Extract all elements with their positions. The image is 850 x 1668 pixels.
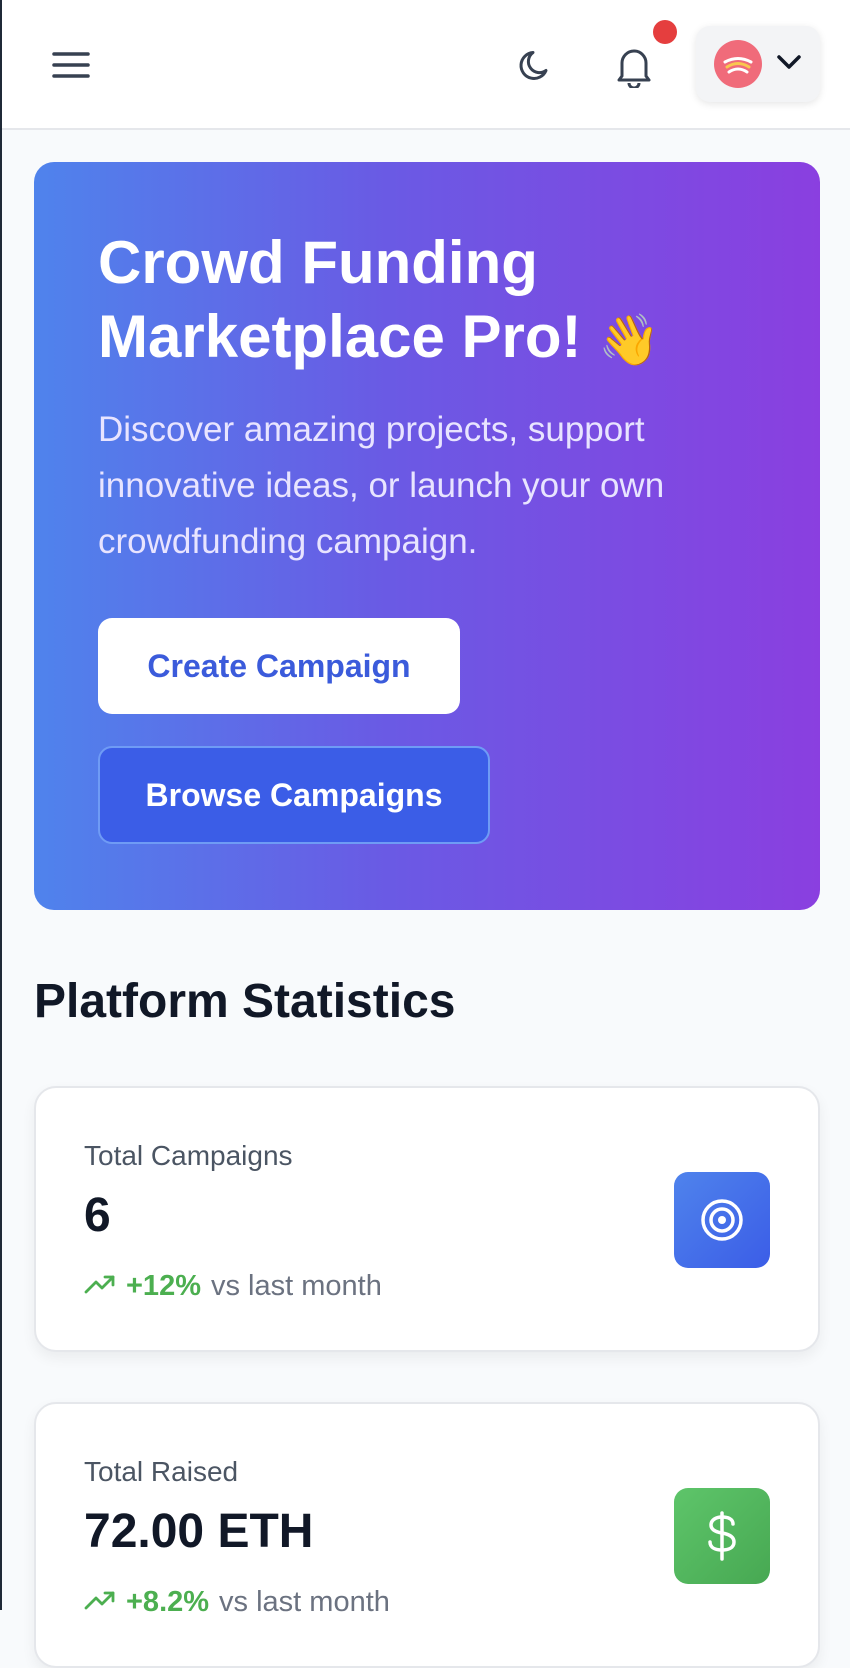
- hero-subtitle: Discover amazing projects, support innov…: [98, 410, 665, 561]
- platform-statistics-heading: Platform Statistics: [34, 975, 456, 1028]
- stat-card-total-raised: Total Raised 72.00 ETH +8.2% vs last mon…: [34, 1402, 820, 1668]
- stat-change: +12%: [126, 1270, 201, 1302]
- bell-icon[interactable]: [608, 40, 660, 92]
- stat-card-total-campaigns: Total Campaigns 6 +12% vs last month: [34, 1086, 820, 1352]
- stat-label: Total Campaigns: [84, 1140, 293, 1171]
- stat-value: 72.00 ETH: [84, 1505, 314, 1558]
- hero-banner: Crowd Funding Marketplace Pro! 👋 Discove…: [34, 162, 820, 910]
- chevron-down-icon: [776, 54, 802, 75]
- create-campaign-button[interactable]: Create Campaign: [98, 618, 460, 714]
- stat-change: +8.2%: [126, 1586, 210, 1618]
- window-edge: [0, 0, 2, 1610]
- sushi-avatar: [714, 40, 762, 88]
- stat-change-suffix: vs last month: [219, 1586, 390, 1618]
- hero-title: Crowd Funding Marketplace Pro! 👋: [98, 229, 661, 370]
- stat-label: Total Raised: [84, 1456, 239, 1487]
- top-navigation-bar: [2, 0, 850, 130]
- browse-campaigns-button[interactable]: Browse Campaigns: [98, 746, 490, 844]
- waving-hand-emoji: 👋: [598, 311, 661, 369]
- target-icon: [674, 1172, 770, 1268]
- notification-badge: [653, 20, 677, 44]
- trending-up-icon: [84, 1270, 116, 1303]
- stat-value: 6: [84, 1189, 111, 1242]
- stat-change-suffix: vs last month: [210, 1270, 382, 1302]
- moon-icon[interactable]: [512, 42, 560, 90]
- stat-trend: +8.2% vs last month: [84, 1586, 390, 1619]
- hamburger-menu-icon[interactable]: [50, 44, 92, 86]
- stat-trend: +12% vs last month: [84, 1270, 382, 1303]
- user-menu-button[interactable]: [696, 26, 820, 102]
- dollar-icon: [674, 1488, 770, 1584]
- trending-up-icon: [84, 1586, 116, 1619]
